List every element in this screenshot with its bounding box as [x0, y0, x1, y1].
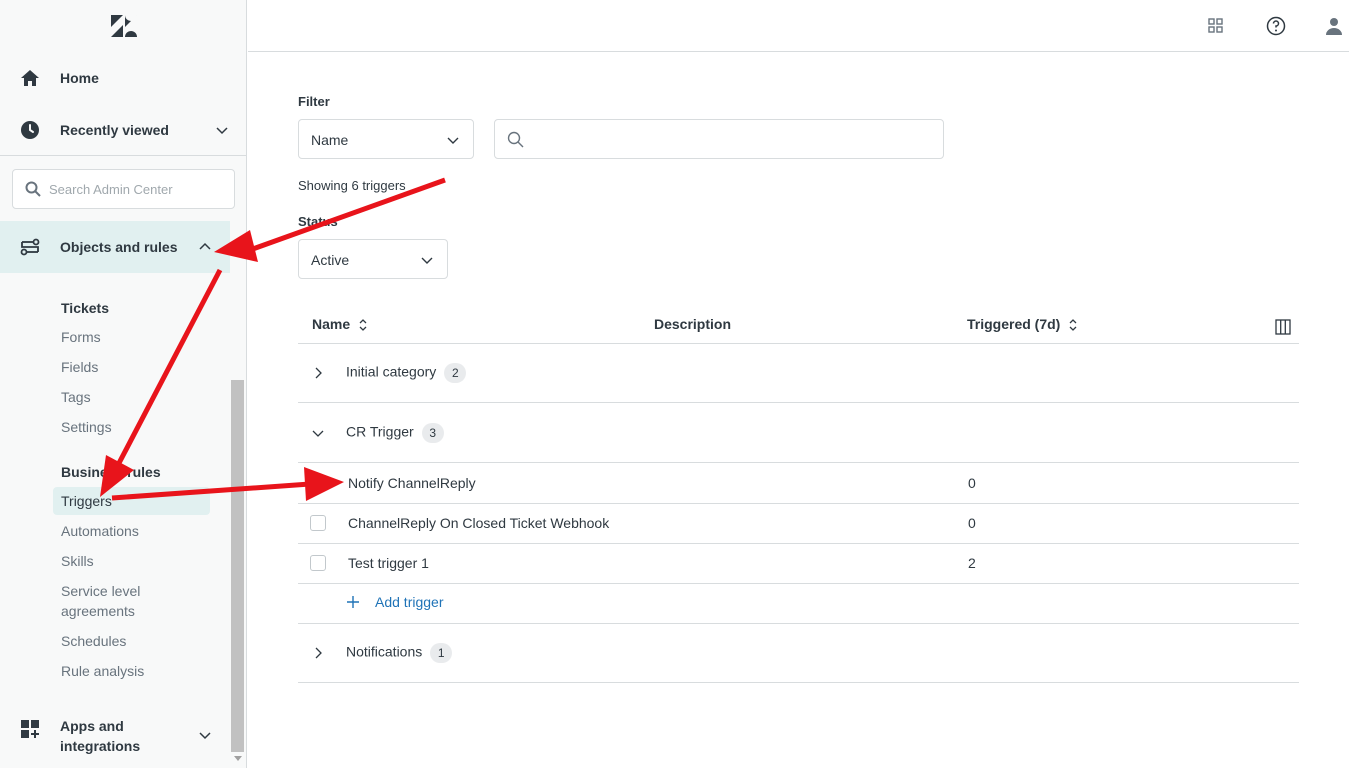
nav-objects-and-rules-label: Objects and rules — [60, 239, 178, 255]
home-icon — [21, 70, 39, 86]
apps-icon — [21, 720, 39, 738]
chevron-right-icon[interactable] — [311, 366, 325, 380]
nav-apps-label-line2: integrations — [60, 738, 141, 754]
chevron-down-icon[interactable] — [311, 426, 325, 440]
trigger-search-input[interactable] — [494, 119, 944, 159]
search-icon — [25, 181, 41, 197]
nav-recently-viewed-label: Recently viewed — [60, 122, 169, 138]
business-rules-heading: Business rules — [61, 464, 161, 480]
showing-count-text: Showing 6 triggers — [298, 178, 406, 193]
table-divider — [298, 343, 1299, 344]
column-header-description: Description — [654, 316, 732, 332]
top-header — [248, 0, 1349, 52]
sidebar-item-settings[interactable]: Settings — [61, 417, 112, 437]
nav-home-label: Home — [60, 70, 99, 86]
tickets-heading: Tickets — [61, 300, 109, 316]
group-count-badge: 1 — [430, 643, 453, 663]
table-divider — [298, 503, 1299, 504]
column-header-triggered-label: Triggered (7d) — [967, 316, 1061, 332]
table-divider — [298, 402, 1299, 403]
table-divider — [298, 623, 1299, 624]
trigger-triggered-count: 0 — [968, 515, 976, 531]
status-select[interactable]: Active — [298, 239, 448, 279]
sidebar-item-automations[interactable]: Automations — [61, 521, 139, 541]
sidebar-item-service-level-agreements[interactable]: Service level agreements — [61, 581, 171, 621]
chevron-up-icon[interactable] — [198, 240, 212, 254]
trigger-name-link[interactable]: Test trigger 1 — [348, 555, 429, 571]
admin-search-placeholder: Search Admin Center — [49, 182, 173, 197]
sidebar: Home Recently viewed Search Admin Center… — [0, 0, 247, 768]
clock-icon — [21, 121, 39, 139]
chevron-down-icon — [421, 257, 433, 264]
group-row-notifications[interactable]: Notifications 1 — [346, 643, 453, 663]
nav-objects-and-rules[interactable]: Objects and rules — [0, 221, 230, 273]
table-divider — [298, 583, 1299, 584]
group-name: CR Trigger — [346, 423, 414, 440]
zendesk-logo-icon[interactable] — [110, 14, 138, 38]
column-header-name-label: Name — [312, 316, 351, 332]
scroll-down-arrow-icon[interactable] — [234, 756, 242, 761]
trigger-triggered-count: 0 — [968, 475, 976, 491]
row-checkbox[interactable] — [310, 555, 326, 571]
nav-apps-label-line1: Apps and — [60, 718, 124, 734]
nav-apps-and-integrations[interactable]: Apps and integrations — [0, 712, 247, 758]
add-trigger-button[interactable]: Add trigger — [346, 594, 443, 610]
sidebar-item-tags[interactable]: Tags — [61, 387, 91, 407]
user-avatar-icon[interactable] — [1324, 16, 1344, 36]
sidebar-item-skills[interactable]: Skills — [61, 551, 94, 571]
search-icon — [507, 131, 524, 148]
table-divider — [298, 543, 1299, 544]
plus-icon — [347, 596, 359, 608]
admin-search-input[interactable]: Search Admin Center — [12, 169, 235, 209]
chevron-right-icon[interactable] — [311, 646, 325, 660]
sidebar-item-triggers[interactable]: Triggers — [53, 487, 210, 515]
column-header-name[interactable]: Name — [312, 316, 368, 332]
chevron-down-icon — [447, 137, 459, 144]
sidebar-item-schedules[interactable]: Schedules — [61, 631, 126, 651]
product-tray-icon[interactable] — [1206, 16, 1226, 36]
sidebar-scrollbar[interactable] — [231, 380, 244, 752]
table-divider — [298, 462, 1299, 463]
filter-label: Filter — [298, 94, 330, 109]
add-trigger-label: Add trigger — [375, 594, 444, 610]
objects-rules-icon — [20, 238, 40, 256]
sort-icon — [1069, 319, 1077, 332]
row-checkbox[interactable] — [310, 515, 326, 531]
sidebar-item-forms[interactable]: Forms — [61, 327, 101, 347]
group-row-initial-category[interactable]: Initial category 2 — [346, 363, 467, 383]
sidebar-item-fields[interactable]: Fields — [61, 357, 98, 377]
sort-icon — [359, 319, 367, 332]
trigger-name-link[interactable]: ChannelReply On Closed Ticket Webhook — [348, 515, 609, 531]
filter-field-select[interactable]: Name — [298, 119, 474, 159]
status-label: Status — [298, 214, 338, 229]
column-settings-icon[interactable] — [1275, 319, 1291, 335]
sidebar-divider — [0, 155, 247, 156]
group-name: Notifications — [346, 643, 423, 660]
status-value: Active — [311, 252, 350, 268]
trigger-triggered-count: 2 — [968, 555, 976, 571]
nav-home[interactable]: Home — [0, 60, 247, 96]
chevron-down-icon[interactable] — [215, 123, 229, 137]
filter-field-value: Name — [311, 132, 349, 148]
group-count-badge: 2 — [444, 363, 467, 383]
group-name: Initial category — [346, 363, 437, 380]
table-divider — [298, 682, 1299, 683]
trigger-name-link[interactable]: Notify ChannelReply — [348, 475, 476, 491]
group-row-cr-trigger[interactable]: CR Trigger 3 — [346, 423, 444, 443]
sidebar-item-rule-analysis[interactable]: Rule analysis — [61, 661, 144, 681]
group-count-badge: 3 — [421, 423, 444, 443]
help-icon[interactable] — [1266, 16, 1286, 36]
nav-apps-label: Apps and integrations — [60, 716, 140, 756]
nav-recently-viewed[interactable]: Recently viewed — [0, 112, 247, 148]
column-header-triggered[interactable]: Triggered (7d) — [967, 316, 1078, 332]
chevron-down-icon[interactable] — [198, 728, 212, 742]
